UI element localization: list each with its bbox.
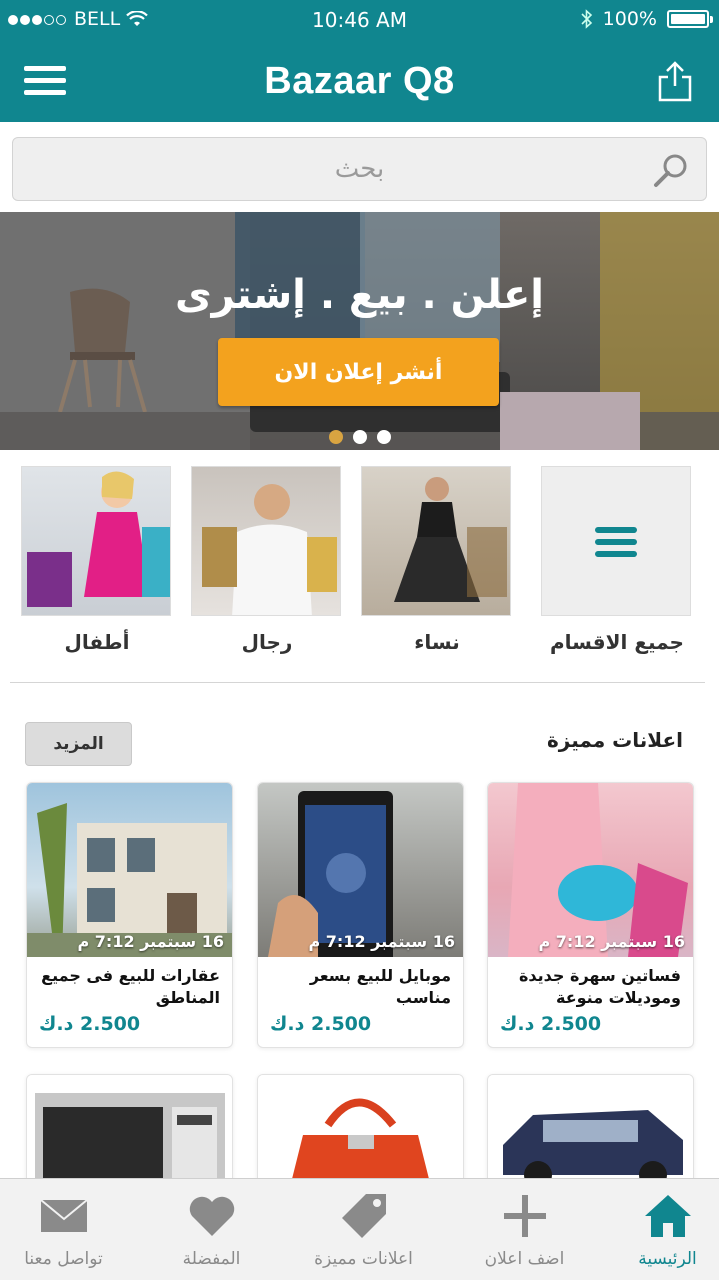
promo-banner[interactable]: إعلن . بيع . إشترى أنشر إعلان الان xyxy=(0,212,719,450)
home-icon xyxy=(643,1191,693,1241)
ad-date: 16 سبتمبر 7:12 م xyxy=(77,932,224,951)
category-thumb[interactable] xyxy=(361,466,511,616)
status-right: 100% xyxy=(581,8,713,30)
top-bar: BELL 10:46 AM 100% Bazaar Q8 xyxy=(0,0,719,122)
ad-image[interactable]: 16 سبتمبر 7:12 م xyxy=(258,783,463,957)
carousel-dot[interactable] xyxy=(376,430,391,444)
search-section xyxy=(0,122,719,212)
ad-date: 16 سبتمبر 7:12 م xyxy=(538,932,685,951)
share-icon[interactable] xyxy=(657,60,693,102)
post-ad-button[interactable]: أنشر إعلان الان xyxy=(218,338,499,406)
category-thumb[interactable] xyxy=(541,466,691,616)
tab-label: تواصل معنا xyxy=(24,1249,103,1269)
list-icon xyxy=(595,527,637,563)
ad-date: 16 سبتمبر 7:12 م xyxy=(308,932,455,951)
category-row: جميع الاقسام نساء رجال أطفال xyxy=(0,462,719,672)
section-divider xyxy=(10,682,705,683)
category-label: نساء xyxy=(414,630,460,654)
category-kids[interactable]: أطفال xyxy=(21,466,173,654)
status-bar: BELL 10:46 AM 100% xyxy=(0,0,719,38)
women-photo xyxy=(394,477,507,602)
ad-title: فساتين سهرة جديدة وموديلات منوعة xyxy=(518,966,681,1007)
ad-price: 2.500 د.ك xyxy=(270,1013,372,1035)
featured-title: اعلانات مميزة xyxy=(547,728,683,752)
ad-card[interactable] xyxy=(257,1074,464,1194)
ad-image[interactable]: 16 سبتمبر 7:12 م xyxy=(27,783,232,957)
plus-icon xyxy=(500,1191,550,1241)
ad-price: 2.500 د.ك xyxy=(39,1013,141,1035)
tab-contact[interactable]: تواصل معنا xyxy=(0,1179,135,1280)
category-label: جميع الاقسام xyxy=(550,630,684,654)
ad-card[interactable]: 16 سبتمبر 7:12 م عقارات للبيع فى جميع ال… xyxy=(26,782,233,1048)
bluetooth-icon xyxy=(581,9,592,29)
search-input[interactable] xyxy=(13,138,706,200)
carousel-dot[interactable] xyxy=(328,430,343,444)
app-title: Bazaar Q8 xyxy=(264,60,455,102)
more-button[interactable]: المزيد xyxy=(25,722,132,766)
category-label: رجال xyxy=(241,630,293,654)
nav-bar: Bazaar Q8 xyxy=(0,38,719,122)
tab-favorites[interactable]: المفضلة xyxy=(140,1179,283,1280)
ad-card[interactable]: 16 سبتمبر 7:12 م فساتين سهرة جديدة ومودي… xyxy=(487,782,694,1048)
ad-image[interactable] xyxy=(258,1075,463,1193)
carousel-dot[interactable] xyxy=(352,430,367,444)
featured-header: اعلانات مميزة المزيد xyxy=(0,718,719,768)
ad-price: 2.500 د.ك xyxy=(500,1013,602,1035)
ad-card[interactable]: 16 سبتمبر 7:12 م موبايل للبيع بسعر مناسب… xyxy=(257,782,464,1048)
men-photo xyxy=(202,484,337,615)
ad-image[interactable] xyxy=(27,1075,232,1193)
tab-bar: الرئيسية اضف اعلان اعلانات مميزة المفضلة… xyxy=(0,1178,719,1280)
ad-title: موبايل للبيع بسعر مناسب xyxy=(309,966,451,1007)
tab-add-ad[interactable]: اضف اعلان xyxy=(453,1179,596,1280)
tab-featured-ads[interactable]: اعلانات مميزة xyxy=(292,1179,435,1280)
category-women[interactable]: نساء xyxy=(361,466,513,654)
ad-image[interactable] xyxy=(488,1075,693,1193)
tab-label: الرئيسية xyxy=(638,1249,697,1269)
tab-label: المفضلة xyxy=(182,1249,241,1269)
battery-percent: 100% xyxy=(602,8,657,30)
tab-label: اعلانات مميزة xyxy=(314,1249,413,1269)
ad-card[interactable] xyxy=(26,1074,233,1194)
category-thumb[interactable] xyxy=(191,466,341,616)
ad-image[interactable]: 16 سبتمبر 7:12 م xyxy=(488,783,693,957)
banner-headline: إعلن . بيع . إشترى xyxy=(174,272,545,318)
category-all[interactable]: جميع الاقسام xyxy=(541,466,693,654)
ad-card[interactable] xyxy=(487,1074,694,1194)
category-men[interactable]: رجال xyxy=(191,466,343,654)
tag-icon xyxy=(339,1191,389,1241)
kids-photo xyxy=(27,471,170,607)
search-box xyxy=(12,137,707,201)
carousel-indicator[interactable] xyxy=(0,430,719,444)
battery-icon xyxy=(667,10,713,28)
ad-title: عقارات للبيع فى جميع المناطق xyxy=(41,966,220,1007)
search-icon[interactable] xyxy=(652,152,690,190)
category-thumb[interactable] xyxy=(21,466,171,616)
tab-label: اضف اعلان xyxy=(484,1249,565,1269)
tab-home[interactable]: الرئيسية xyxy=(596,1179,719,1280)
category-label: أطفال xyxy=(64,630,130,654)
heart-icon xyxy=(187,1191,237,1241)
envelope-icon xyxy=(39,1191,89,1241)
